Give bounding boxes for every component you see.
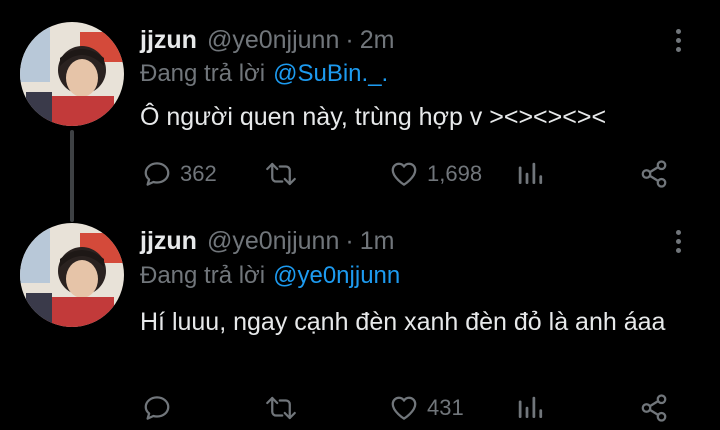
stats-icon bbox=[518, 162, 543, 184]
tweet-header: jjzun @ye0njjunn · 2m bbox=[140, 22, 394, 58]
retweet-button[interactable] bbox=[264, 388, 306, 428]
tweet[interactable]: jjzun @ye0njjunn · 1m Đang trả lời @ye0n… bbox=[0, 215, 720, 430]
share-button[interactable] bbox=[638, 388, 670, 428]
tweet[interactable]: jjzun @ye0njjunn · 2m Đang trả lời @SuBi… bbox=[0, 0, 720, 222]
replying-to-label: Đang trả lời bbox=[140, 60, 266, 87]
action-bar: 431 bbox=[0, 388, 720, 428]
reply-icon bbox=[144, 162, 170, 186]
share-button[interactable] bbox=[638, 154, 670, 194]
replying-to: Đang trả lời @ye0njjunn bbox=[140, 260, 400, 292]
like-icon bbox=[391, 162, 417, 186]
avatar[interactable] bbox=[20, 22, 124, 126]
mention-link[interactable]: @ye0njjunn bbox=[273, 262, 400, 290]
timestamp[interactable]: 1m bbox=[360, 227, 395, 256]
like-button[interactable]: 1,698 bbox=[389, 154, 482, 194]
stats-icon bbox=[518, 396, 543, 418]
share-icon bbox=[641, 160, 667, 188]
tweet-text: Ô người quen này, trùng hợp v ><><><>< bbox=[140, 103, 607, 131]
replying-to: Đang trả lời @SuBin._. bbox=[140, 58, 388, 90]
display-name[interactable]: jjzun bbox=[140, 227, 197, 256]
like-icon bbox=[391, 396, 417, 420]
retweet-button[interactable] bbox=[264, 154, 306, 194]
reply-icon bbox=[144, 396, 170, 420]
display-name[interactable]: jjzun bbox=[140, 26, 197, 55]
stats-button[interactable] bbox=[515, 154, 545, 194]
more-icon[interactable] bbox=[670, 223, 686, 259]
action-bar: 362 1,698 bbox=[0, 154, 720, 194]
stats-button[interactable] bbox=[515, 388, 545, 428]
like-count: 1,698 bbox=[427, 161, 483, 186]
retweet-icon bbox=[266, 396, 296, 420]
reply-button[interactable]: 362 bbox=[142, 154, 217, 194]
reply-button[interactable] bbox=[142, 388, 180, 428]
tweet-text: Hí luuu, ngay cạnh đèn xanh đèn đỏ là an… bbox=[140, 308, 666, 336]
more-icon[interactable] bbox=[670, 22, 686, 58]
timestamp[interactable]: 2m bbox=[360, 26, 395, 55]
retweet-icon bbox=[266, 162, 296, 186]
mention-link[interactable]: @SuBin._. bbox=[273, 60, 388, 88]
user-handle[interactable]: @ye0njjunn bbox=[207, 227, 339, 256]
like-button[interactable]: 431 bbox=[389, 388, 464, 428]
separator-dot: · bbox=[345, 226, 354, 255]
share-icon bbox=[641, 394, 667, 422]
tweet-header: jjzun @ye0njjunn · 1m bbox=[140, 223, 394, 259]
like-count: 431 bbox=[427, 395, 464, 420]
replying-to-label: Đang trả lời bbox=[140, 262, 266, 289]
avatar[interactable] bbox=[20, 223, 124, 327]
separator-dot: · bbox=[345, 25, 354, 54]
reply-count: 362 bbox=[180, 161, 217, 186]
user-handle[interactable]: @ye0njjunn bbox=[207, 26, 339, 55]
